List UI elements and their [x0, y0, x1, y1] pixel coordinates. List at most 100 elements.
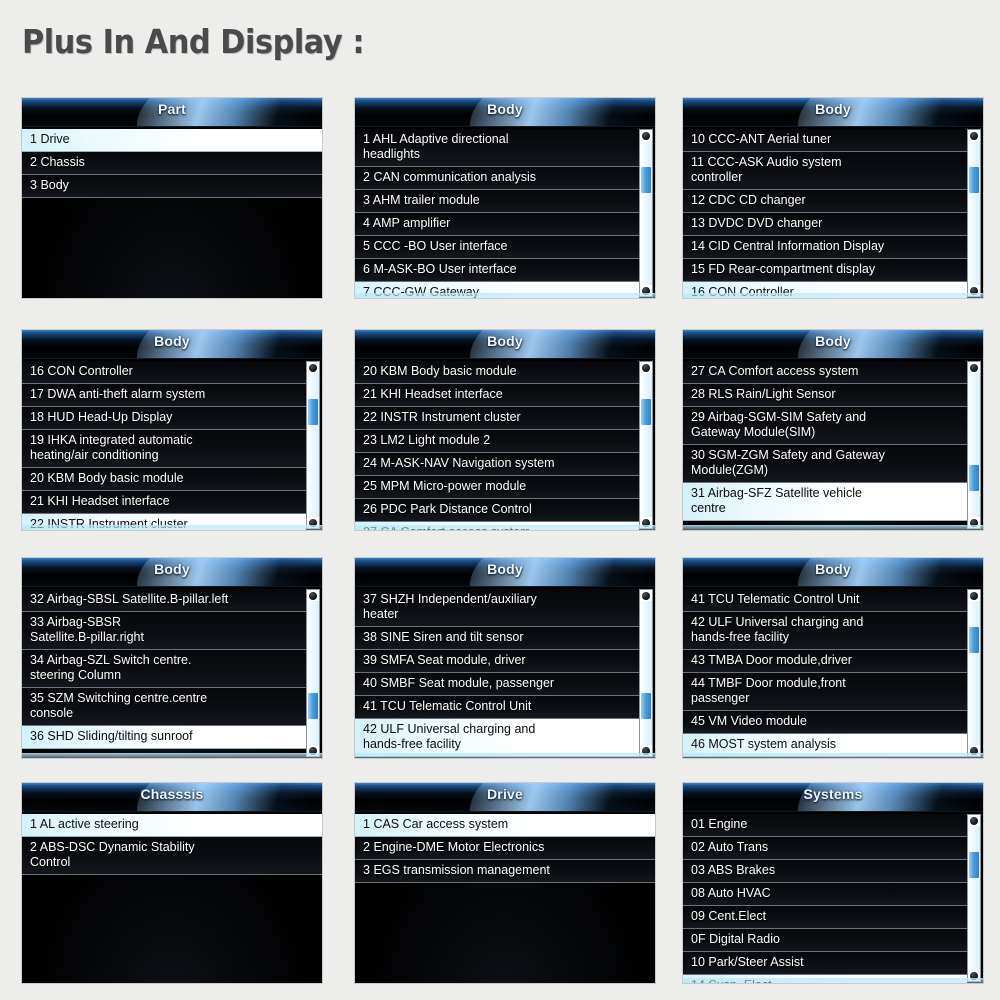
menu-item[interactable]: 24 M-ASK-NAV Navigation system	[355, 453, 639, 476]
scroll-up-arrow-icon[interactable]	[307, 362, 319, 373]
scroll-up-arrow-icon[interactable]	[968, 815, 980, 826]
menu-item-selected[interactable]: 46 MOST system analysis	[683, 734, 967, 757]
menu-item[interactable]: 3 AHM trailer module	[355, 190, 639, 213]
scroll-down-arrow-icon[interactable]	[640, 285, 652, 296]
menu-item[interactable]: 2 ABS-DSC Dynamic Stability Control	[22, 837, 322, 875]
scroll-down-arrow-icon[interactable]	[640, 517, 652, 528]
menu-item[interactable]: 16 CON Controller	[22, 361, 306, 384]
menu-item[interactable]: 35 SZM Switching centre.centre console	[22, 688, 306, 726]
scrollbar[interactable]	[967, 814, 981, 982]
menu-item-selected[interactable]: 27 CA Comfort access system	[355, 522, 639, 530]
menu-item[interactable]: 4 AMP amplifier	[355, 213, 639, 236]
scrollbar[interactable]	[967, 589, 981, 757]
scrollbar-thumb[interactable]	[308, 398, 318, 426]
menu-item[interactable]: 26 PDC Park Distance Control	[355, 499, 639, 522]
menu-item[interactable]: 10 CCC-ANT Aerial tuner	[683, 129, 967, 152]
menu-item[interactable]: 20 KBM Body basic module	[22, 468, 306, 491]
menu-item[interactable]: 09 Cent.Elect	[683, 906, 967, 929]
menu-item[interactable]: 32 Airbag-SBSL Satellite.B-pillar.left	[22, 589, 306, 612]
menu-item[interactable]: 41 TCU Telematic Control Unit	[355, 696, 639, 719]
scrollbar[interactable]	[967, 129, 981, 297]
menu-item[interactable]: 23 LM2 Light module 2	[355, 430, 639, 453]
scrollbar[interactable]	[639, 129, 653, 297]
menu-item[interactable]: 15 FD Rear-compartment display	[683, 259, 967, 282]
scroll-up-arrow-icon[interactable]	[968, 362, 980, 373]
scrollbar[interactable]	[967, 361, 981, 529]
scrollbar-thumb[interactable]	[641, 692, 651, 720]
scroll-down-arrow-icon[interactable]	[968, 285, 980, 296]
scrollbar-thumb[interactable]	[969, 464, 979, 492]
scroll-down-arrow-icon[interactable]	[640, 745, 652, 756]
menu-item[interactable]: 08 Auto HVAC	[683, 883, 967, 906]
menu-item[interactable]: 40 SMBF Seat module, passenger	[355, 673, 639, 696]
menu-item-selected[interactable]: 42 ULF Universal charging and hands-free…	[355, 719, 639, 757]
menu-item[interactable]: 19 IHKA integrated automatic heating/air…	[22, 430, 306, 468]
scroll-up-arrow-icon[interactable]	[968, 590, 980, 601]
menu-item-selected[interactable]: 1 Drive	[22, 129, 322, 152]
menu-item[interactable]: 25 MPM Micro-power module	[355, 476, 639, 499]
menu-item[interactable]: 28 RLS Rain/Light Sensor	[683, 384, 967, 407]
scrollbar[interactable]	[306, 589, 320, 757]
scrollbar-thumb[interactable]	[969, 166, 979, 194]
menu-item[interactable]: 10 Park/Steer Assist	[683, 952, 967, 975]
menu-item-selected[interactable]: 22 INSTR Instrument cluster	[22, 514, 306, 530]
menu-item[interactable]: 43 TMBA Door module,driver	[683, 650, 967, 673]
menu-item[interactable]: 2 CAN communication analysis	[355, 167, 639, 190]
menu-item[interactable]: 12 CDC CD changer	[683, 190, 967, 213]
menu-item-selected[interactable]: 1 AL active steering	[22, 814, 322, 837]
scroll-up-arrow-icon[interactable]	[640, 130, 652, 141]
menu-item-selected[interactable]: 16 CON Controller	[683, 282, 967, 298]
menu-item[interactable]: 3 EGS transmission management	[355, 860, 655, 883]
menu-item[interactable]: 21 KHI Headset interface	[22, 491, 306, 514]
menu-item[interactable]: 14 CID Central Information Display	[683, 236, 967, 259]
scroll-down-arrow-icon[interactable]	[307, 517, 319, 528]
menu-item[interactable]: 38 SINE Siren and tilt sensor	[355, 627, 639, 650]
menu-item[interactable]: 2 Engine-DME Motor Electronics	[355, 837, 655, 860]
menu-item-selected[interactable]: 1 CAS Car access system	[355, 814, 655, 837]
menu-item-selected[interactable]: 14 Susp .Elect.	[683, 975, 967, 983]
menu-item[interactable]: 0F Digital Radio	[683, 929, 967, 952]
scrollbar[interactable]	[306, 361, 320, 529]
scrollbar-thumb[interactable]	[641, 166, 651, 194]
menu-item[interactable]: 30 SGM-ZGM Safety and Gateway Module(ZGM…	[683, 445, 967, 483]
menu-item-selected[interactable]: 7 CCC-GW Gateway	[355, 282, 639, 298]
scroll-up-arrow-icon[interactable]	[640, 590, 652, 601]
scroll-up-arrow-icon[interactable]	[307, 590, 319, 601]
scrollbar-thumb[interactable]	[969, 626, 979, 654]
menu-item[interactable]: 34 Airbag-SZL Switch centre. steering Co…	[22, 650, 306, 688]
menu-item[interactable]: 39 SMFA Seat module, driver	[355, 650, 639, 673]
menu-item[interactable]: 3 Body	[22, 175, 322, 198]
menu-item[interactable]: 13 DVDC DVD changer	[683, 213, 967, 236]
menu-item[interactable]: 6 M-ASK-BO User interface	[355, 259, 639, 282]
scrollbar-thumb[interactable]	[308, 692, 318, 720]
scroll-up-arrow-icon[interactable]	[968, 130, 980, 141]
menu-item[interactable]: 03 ABS Brakes	[683, 860, 967, 883]
scroll-up-arrow-icon[interactable]	[640, 362, 652, 373]
menu-item[interactable]: 01 Engine	[683, 814, 967, 837]
menu-item[interactable]: 29 Airbag-SGM-SIM Safety and Gateway Mod…	[683, 407, 967, 445]
scroll-down-arrow-icon[interactable]	[307, 745, 319, 756]
menu-item[interactable]: 5 CCC -BO User interface	[355, 236, 639, 259]
menu-item[interactable]: 45 VM Video module	[683, 711, 967, 734]
scrollbar-thumb[interactable]	[969, 851, 979, 879]
scroll-down-arrow-icon[interactable]	[968, 517, 980, 528]
menu-item-selected[interactable]: 31 Airbag-SFZ Satellite vehicle centre	[683, 483, 967, 521]
menu-item[interactable]: 27 CA Comfort access system	[683, 361, 967, 384]
menu-item[interactable]: 41 TCU Telematic Control Unit	[683, 589, 967, 612]
menu-item[interactable]: 2 Chassis	[22, 152, 322, 175]
menu-item[interactable]: 20 KBM Body basic module	[355, 361, 639, 384]
menu-item[interactable]: 22 INSTR Instrument cluster	[355, 407, 639, 430]
menu-item[interactable]: 17 DWA anti-theft alarm system	[22, 384, 306, 407]
menu-item-selected[interactable]: 36 SHD Sliding/tilting sunroof	[22, 726, 306, 749]
menu-item[interactable]: 42 ULF Universal charging and hands-free…	[683, 612, 967, 650]
menu-item[interactable]: 18 HUD Head-Up Display	[22, 407, 306, 430]
menu-item[interactable]: 02 Auto Trans	[683, 837, 967, 860]
scrollbar[interactable]	[639, 361, 653, 529]
scrollbar[interactable]	[639, 589, 653, 757]
menu-item[interactable]: 44 TMBF Door module,front passenger	[683, 673, 967, 711]
scrollbar-thumb[interactable]	[641, 398, 651, 426]
menu-item[interactable]: 21 KHI Headset interface	[355, 384, 639, 407]
menu-item[interactable]: 33 Airbag-SBSR Satellite.B-pillar.right	[22, 612, 306, 650]
scroll-down-arrow-icon[interactable]	[968, 970, 980, 981]
scroll-down-arrow-icon[interactable]	[968, 745, 980, 756]
